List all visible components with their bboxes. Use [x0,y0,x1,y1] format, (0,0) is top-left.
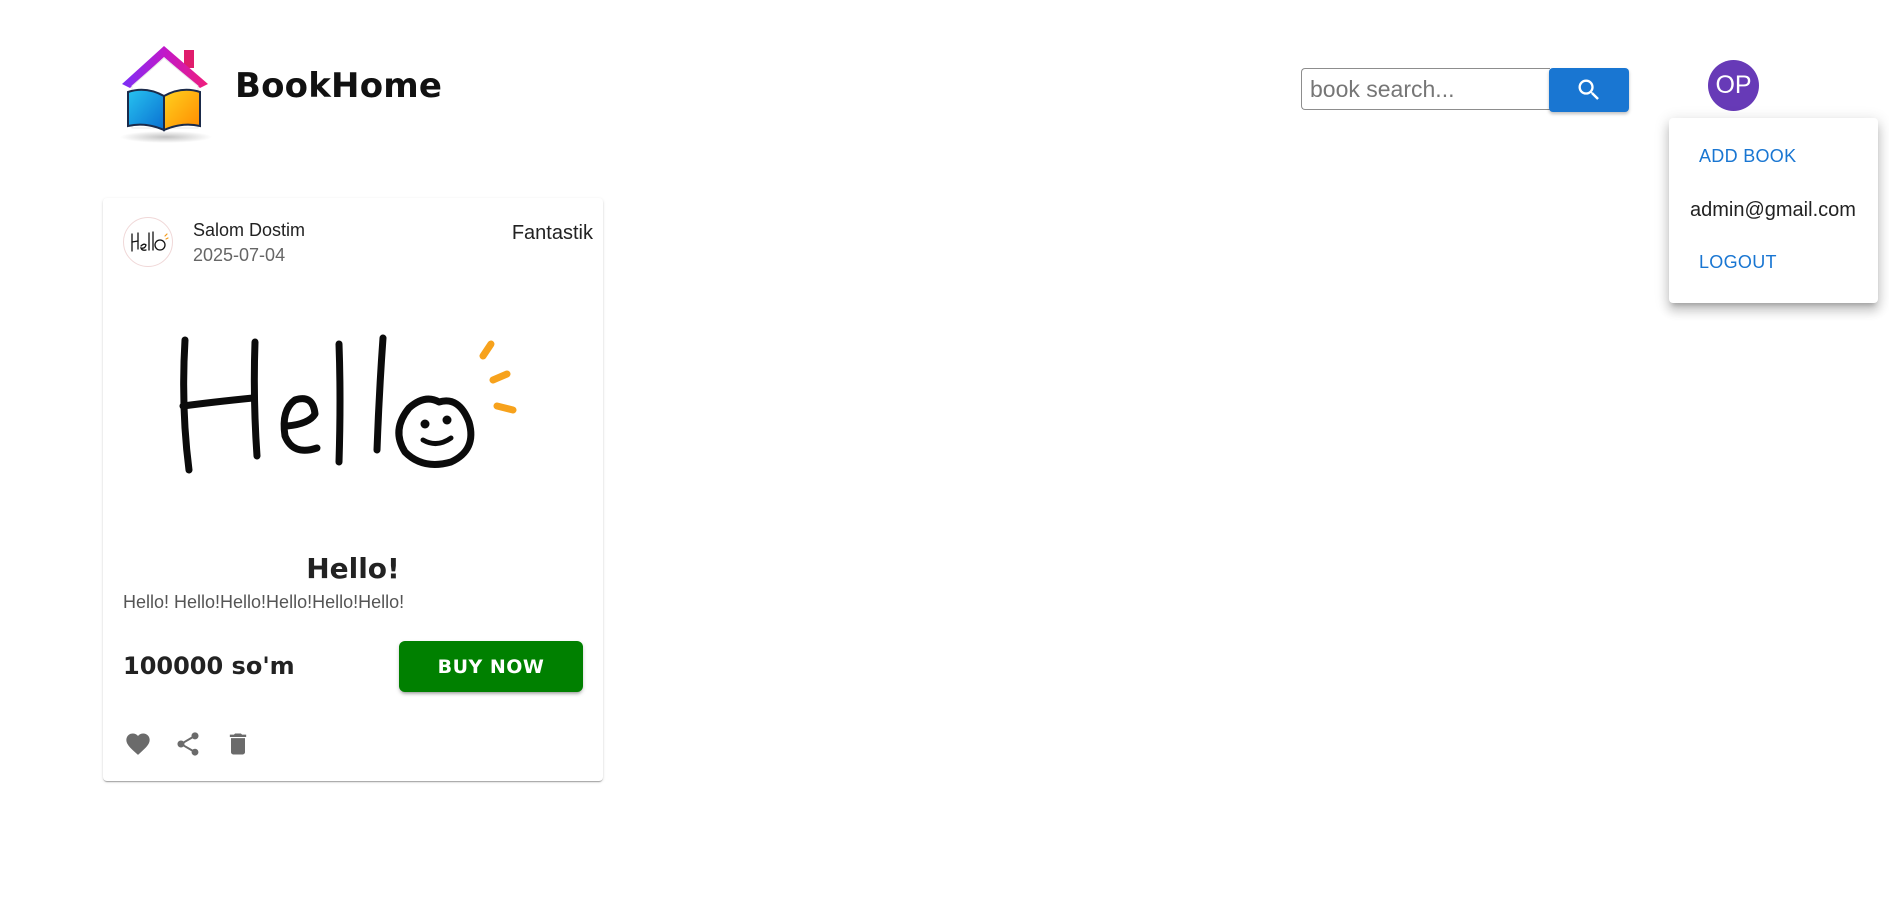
author-name: Salom Dostim [193,220,306,240]
share-button[interactable] [173,729,203,759]
user-avatar[interactable]: OP [1708,60,1759,111]
book-card: Salom Dostim 2025-07-04 Fantastik Hello!… [103,198,603,781]
book-cover-image[interactable] [103,298,603,553]
menu-item-email: admin@gmail.com [1690,199,1856,221]
brand-name[interactable]: BookHome [235,66,442,106]
post-date: 2025-07-04 [193,245,286,265]
search-button[interactable] [1549,68,1629,112]
house-book-logo-icon[interactable] [114,40,220,144]
delete-button[interactable] [223,729,253,759]
author-avatar [123,217,173,267]
hello-thumbnail-icon [131,231,169,252]
menu-item-add-book[interactable]: ADD BOOK [1699,146,1796,167]
share-icon [177,732,199,756]
search-icon [1578,79,1599,100]
search-bar [1301,68,1629,112]
genre-label: Fantastik [511,222,593,244]
book-description: Hello! Hello!Hello!Hello!Hello!Hello! [123,592,405,612]
book-title: Hello! [306,552,400,585]
favorite-button[interactable] [123,729,153,759]
buy-now-button[interactable]: BUY NOW [399,641,583,692]
menu-item-logout[interactable]: LOGOUT [1699,252,1777,273]
favorite-icon [126,733,150,755]
search-input[interactable] [1301,68,1550,110]
book-price: 100000 so'm [123,652,295,680]
page: BookHome OP ADD BOOK admin@gmail.com LOG… [0,0,1889,901]
delete-icon [229,733,247,755]
user-menu: ADD BOOK admin@gmail.com LOGOUT [1669,118,1878,303]
